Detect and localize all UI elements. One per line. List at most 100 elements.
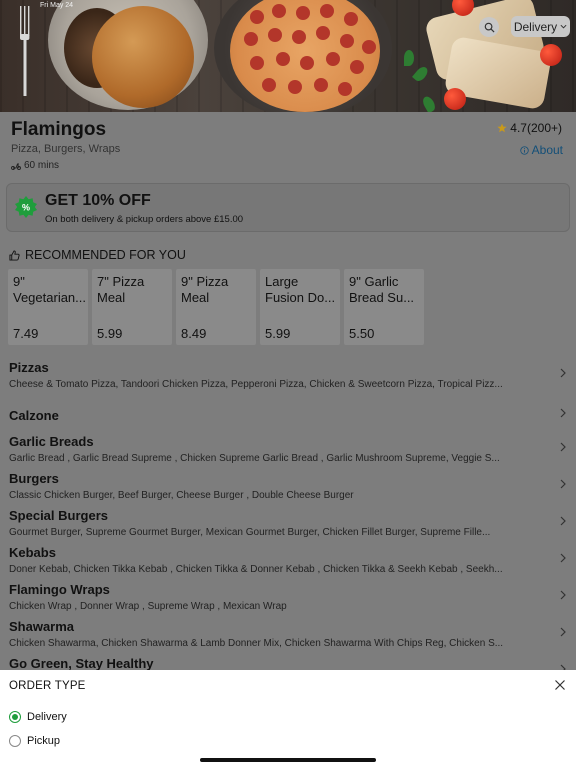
order-option-label: Pickup [27,735,61,747]
delivery-mode-label: Delivery [513,19,558,34]
burger-bun-graphic [92,6,194,108]
recommended-item-name: Large Fusion Do... [265,274,336,305]
category-title: Go Green, Stay Healthy [9,656,154,671]
pepperoni-graphic [320,4,334,18]
category-row[interactable]: Kebabs Doner Kebab, Chicken Tikka Kebab … [0,537,576,575]
category-row[interactable]: Shawarma Chicken Shawarma, Chicken Shawa… [0,611,576,649]
recommended-item-name: 9" Vegetarian... [13,274,85,305]
offer-subtitle: On both delivery & pickup orders above £… [45,214,244,225]
radio-selected[interactable] [9,711,21,723]
leaf-graphic [404,50,414,66]
category-row[interactable]: Flamingo Wraps Chicken Wrap , Donner Wra… [0,574,576,612]
recommended-item-name: 9" Garlic Bread Su... [349,274,415,305]
recommended-item[interactable]: 7" Pizza Meal 5.99 [92,269,172,345]
restaurant-cuisine: Pizza, Burgers, Wraps [11,143,121,155]
pepperoni-graphic [250,10,264,24]
pepperoni-graphic [340,34,354,48]
pepperoni-graphic [350,60,364,74]
recommended-item-price: 7.49 [13,326,39,341]
category-title: Calzone [9,408,59,423]
restaurant-name: Flamingos [11,119,107,140]
chevron-down-icon [560,24,567,29]
pepperoni-graphic [338,82,352,96]
pepperoni-graphic [314,78,328,92]
category-row[interactable]: Pizzas Cheese & Tomato Pizza, Tandoori C… [0,352,576,390]
recommended-item-price: 5.50 [349,326,375,341]
pepperoni-graphic [296,6,310,20]
category-title: Flamingo Wraps [9,582,110,597]
scooter-icon [11,163,21,170]
recommended-heading-label: RECOMMENDED FOR YOU [25,248,186,262]
category-title: Special Burgers [9,508,108,523]
order-type-title: ORDER TYPE [9,680,86,692]
search-button[interactable] [479,17,499,37]
pepperoni-graphic [262,78,276,92]
chevron-right-icon [560,516,566,526]
pepperoni-graphic [326,52,340,66]
delivery-time-label: 60 mins [24,160,60,171]
recommended-item[interactable]: Large Fusion Do... 5.99 [260,269,340,345]
order-option-pickup[interactable]: Pickup [9,735,60,747]
about-label: About [531,143,563,157]
recommended-item-price: 5.99 [265,326,291,341]
about-link[interactable]: About [519,143,563,157]
pepperoni-graphic [288,80,302,94]
rating-value: 4.7(200+) [510,121,562,135]
chevron-right-icon [560,590,566,600]
recommended-item-price: 5.99 [97,326,123,341]
discount-badge-icon: % [15,196,37,218]
recommended-item-name: 9" Pizza Meal [181,274,229,305]
pepperoni-graphic [300,56,314,70]
info-icon [519,145,529,155]
restaurant-info: Flamingos Pizza, Burgers, Wraps 60 mins … [0,112,576,182]
recommended-carousel[interactable]: 9" Vegetarian... 7.49 7" Pizza Meal 5.99… [8,269,576,345]
category-title: Burgers [9,471,59,486]
chevron-right-icon [560,408,566,418]
order-type-sheet: ORDER TYPE Delivery Pickup [0,670,576,768]
category-title: Garlic Breads [9,434,94,449]
chevron-right-icon [560,553,566,563]
search-icon [484,22,495,33]
recommended-item[interactable]: 9" Pizza Meal 8.49 [176,269,256,345]
rating: 4.7(200+) [497,121,562,135]
chevron-right-icon [560,627,566,637]
chevron-right-icon [560,442,566,452]
chevron-right-icon [560,368,566,378]
delivery-mode-dropdown[interactable]: Delivery [511,16,570,37]
pepperoni-graphic [344,12,358,26]
pepperoni-graphic [316,26,330,40]
category-row[interactable]: Burgers Classic Chicken Burger, Beef Bur… [0,463,576,501]
category-title: Shawarma [9,619,75,634]
recommended-item[interactable]: 9" Garlic Bread Su... 5.50 [344,269,424,345]
hero-banner: Fri May 24 Delivery [0,0,576,112]
offer-banner[interactable]: % GET 10% OFF On both delivery & pickup … [6,183,570,232]
category-row[interactable]: Special Burgers Gourmet Burger, Supreme … [0,500,576,538]
tomato-graphic [444,88,466,110]
pepperoni-graphic [250,56,264,70]
tomato-graphic [540,44,562,66]
radio-unselected[interactable] [9,735,21,747]
recommended-item[interactable]: 9" Vegetarian... 7.49 [8,269,88,345]
star-icon [497,123,507,133]
thumbs-up-icon [9,249,20,261]
chevron-right-icon [560,479,566,489]
order-option-delivery[interactable]: Delivery [9,711,67,723]
recommended-item-name: 7" Pizza Meal [97,274,145,305]
category-title: Pizzas [9,360,49,375]
category-row[interactable]: Garlic Breads Garlic Bread , Garlic Brea… [0,426,576,464]
menu-categories: Pizzas Cheese & Tomato Pizza, Tandoori C… [0,352,576,685]
recommended-heading: RECOMMENDED FOR YOU [9,248,186,262]
pepperoni-graphic [362,40,376,54]
pepperoni-graphic [292,30,306,44]
close-icon[interactable] [554,679,566,691]
recommended-item-price: 8.49 [181,326,207,341]
pepperoni-graphic [272,4,286,18]
home-indicator[interactable] [200,758,376,762]
category-row[interactable]: Calzone [0,389,576,426]
offer-title: GET 10% OFF [45,192,151,209]
pepperoni-graphic [244,32,258,46]
delivery-time: 60 mins [11,160,59,171]
pepperoni-graphic [276,52,290,66]
order-option-label: Delivery [27,711,67,723]
pepperoni-graphic [268,28,282,42]
